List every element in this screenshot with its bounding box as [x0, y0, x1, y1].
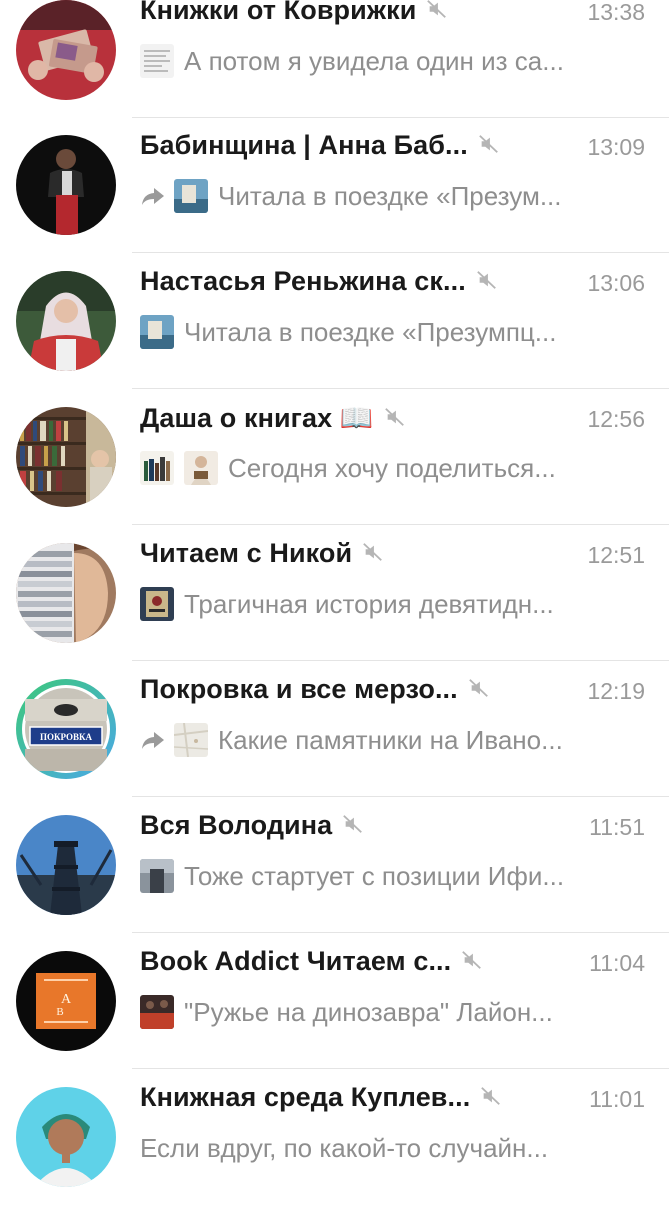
- document-thumb-icon: [140, 44, 174, 78]
- cover-thumb-icon: [140, 587, 174, 621]
- chat-preview: Читала в поездке «Презум...: [140, 176, 649, 216]
- chat-title: Настасья Реньжина ск...: [140, 266, 498, 297]
- avatar[interactable]: [16, 135, 116, 235]
- divider: [132, 388, 669, 389]
- chat-row[interactable]: A B Book Addict Читаем с... 11:04 "Ружье…: [0, 934, 669, 1069]
- mute-icon: [468, 678, 488, 697]
- book-thumb-icon: [174, 179, 208, 213]
- mute-icon: [343, 814, 363, 833]
- chat-preview: "Ружье на динозавра" Лайон...: [140, 992, 649, 1032]
- chat-title: Вся Володина: [140, 810, 364, 841]
- chat-time: 12:19: [587, 678, 645, 704]
- chat-title: Книжная среда Куплев...: [140, 1082, 502, 1113]
- chat-preview: Сегодня хочу поделиться...: [140, 448, 649, 488]
- woman-headscarf-photo-icon: [16, 271, 116, 371]
- chat-row[interactable]: Читаем с Никой 12:51 Трагичная история д…: [0, 526, 669, 661]
- mute-icon: [462, 950, 482, 969]
- chat-title: Читаем с Никой: [140, 538, 384, 569]
- tower-photo-icon: [16, 815, 116, 915]
- books-thumb-icon: [140, 451, 174, 485]
- chat-title: Книжки от Коврижки: [140, 0, 448, 26]
- girl-books-thumb-icon: [184, 451, 218, 485]
- avatar[interactable]: A B: [16, 951, 116, 1051]
- divider: [132, 1068, 669, 1069]
- chat-row[interactable]: Книжки от Коврижки 13:38 А потом я увиде…: [0, 0, 669, 118]
- avatar[interactable]: [16, 0, 116, 100]
- chat-row[interactable]: Бабинщина | Анна Баб... 13:09 Читала в п…: [0, 118, 669, 253]
- chat-preview: Читала в поездке «Презумпц...: [140, 312, 649, 352]
- divider: [132, 796, 669, 797]
- chat-row[interactable]: Настасья Реньжина ск... 13:06 Читала в п…: [0, 254, 669, 389]
- divider: [132, 252, 669, 253]
- divider: [132, 524, 669, 525]
- avatar[interactable]: [16, 407, 116, 507]
- divider: [132, 660, 669, 661]
- chat-title: Покровка и все мерзо...: [140, 674, 490, 705]
- cover-thumb-dark-icon: [140, 995, 174, 1029]
- chat-row[interactable]: Вся Володина 11:51 Тоже стартует с позиц…: [0, 798, 669, 933]
- avatar[interactable]: [16, 1087, 116, 1187]
- mute-icon: [363, 542, 383, 561]
- avatar[interactable]: ПОКРОВКА: [16, 679, 116, 779]
- avatar[interactable]: [16, 271, 116, 371]
- chat-preview: Какие памятники на Ивано...: [140, 720, 649, 760]
- street-sign-photo-icon: ПОКРОВКА: [22, 685, 110, 773]
- forward-icon: [142, 732, 164, 749]
- chat-time: 12:51: [587, 542, 645, 568]
- chat-preview: Если вдруг, по какой-то случайн...: [140, 1132, 549, 1163]
- bookshelf-photo-icon: [16, 407, 116, 507]
- chat-time: 13:06: [587, 270, 645, 296]
- chat-time: 11:01: [589, 1086, 645, 1112]
- chat-preview: Трагичная история девятидн...: [140, 584, 649, 624]
- chat-preview: А потом я увидела один из са...: [140, 41, 649, 81]
- money-photo-icon: [16, 0, 116, 100]
- avatar[interactable]: [16, 543, 116, 643]
- woman-portrait-photo-icon: [16, 1087, 116, 1187]
- svg-text:A: A: [61, 992, 72, 1007]
- divider: [132, 932, 669, 933]
- photo-thumb-icon: [140, 859, 174, 893]
- svg-text:B: B: [56, 1006, 63, 1018]
- svg-text:ПОКРОВКА: ПОКРОВКА: [40, 732, 93, 742]
- chat-list: Книжки от Коврижки 13:38 А потом я увиде…: [0, 0, 669, 1200]
- chat-row[interactable]: Книжная среда Куплев... 11:01 Если вдруг…: [0, 1070, 669, 1205]
- chat-time: 12:56: [587, 406, 645, 432]
- forward-icon: [142, 188, 164, 205]
- chat-title: Бабинщина | Анна Баб...: [140, 130, 500, 161]
- chat-row[interactable]: Даша о книгах 📖 12:56 Сегодня хочу подел…: [0, 390, 669, 525]
- chat-time: 13:38: [587, 0, 645, 25]
- chat-time: 13:09: [587, 134, 645, 160]
- chat-time: 11:51: [589, 814, 645, 840]
- chat-row[interactable]: ПОКРОВКА Покровка и все мерзо... 12:19 К…: [0, 662, 669, 797]
- chat-title: Book Addict Читаем с...: [140, 946, 483, 977]
- girl-books-photo-icon: [16, 543, 116, 643]
- person-photo-icon: [16, 135, 116, 235]
- book-addict-logo-icon: A B: [16, 951, 116, 1051]
- mute-icon: [477, 270, 496, 289]
- mute-icon: [427, 0, 447, 18]
- mute-icon: [479, 134, 498, 153]
- mute-icon: [384, 407, 404, 426]
- mute-icon: [481, 1086, 501, 1105]
- chat-time: 11:04: [589, 950, 645, 976]
- map-thumb-icon: [174, 723, 208, 757]
- book-thumb-icon: [140, 315, 174, 349]
- chat-preview: Тоже стартует с позиции Ифи...: [140, 856, 649, 896]
- avatar[interactable]: [16, 815, 116, 915]
- chat-title: Даша о книгах 📖: [140, 402, 406, 434]
